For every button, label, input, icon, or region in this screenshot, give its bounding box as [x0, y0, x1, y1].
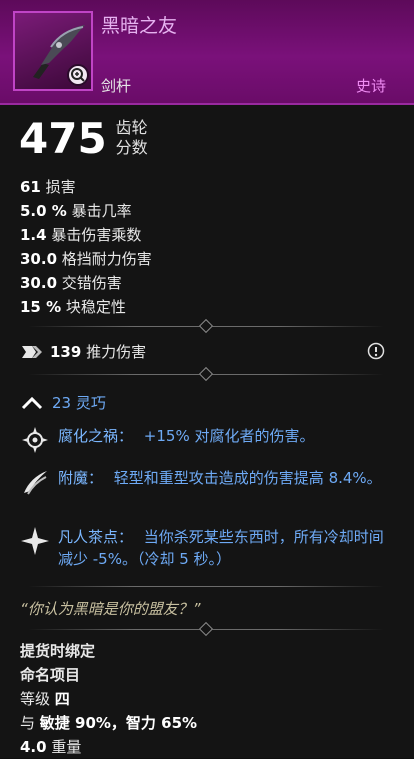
stat-row: 30.0 交错伤害	[20, 274, 122, 292]
stat-row: 1.4 暴击伤害乘数	[20, 226, 142, 244]
scaling-row: 与 敏捷 90%，智力 65%	[20, 712, 197, 735]
divider	[28, 318, 384, 334]
gear-score: 475 齿轮 分数	[19, 114, 148, 160]
tier-value: 四	[54, 690, 70, 708]
stat-row: 30.0 格挡耐力伤害	[20, 250, 152, 268]
magnify-icon[interactable]	[67, 64, 89, 86]
enchant-perk-icon	[20, 467, 50, 497]
attribute-value: 23	[52, 394, 72, 412]
perk-name: 凡人茶点：	[58, 528, 134, 546]
chevron-up-icon	[20, 394, 44, 412]
gear-score-label-line1: 齿轮	[115, 118, 148, 137]
tier-label: 等级	[20, 690, 51, 708]
weight-row: 4.0 重量	[20, 736, 81, 759]
perk-desc: +15% 对腐化者的伤害。	[143, 427, 315, 445]
item-header: 黑暗之友 剑杆 史诗	[0, 0, 414, 105]
perk-row: 凡人茶点： 当你杀死某些东西时，所有冷却时间减少 -5%。（冷却 5 秒。）	[20, 526, 394, 570]
weight-value: 4.0	[20, 738, 47, 756]
perk-name: 腐化之祸：	[58, 427, 134, 445]
flavor-text: “你认为黑暗是你的盟友？”	[20, 600, 201, 618]
scaling-value: 敏捷 90%，智力 65%	[39, 714, 198, 732]
stat-row: 61 损害	[20, 178, 76, 196]
perk-row: 附魔： 轻型和重型攻击造成的伤害提高 8.4%。	[20, 467, 394, 497]
stat-list: 61 损害 5.0 % 暴击几率 1.4 暴击伤害乘数 30.0 格挡耐力伤害 …	[20, 175, 152, 319]
item-name: 黑暗之友	[101, 15, 178, 37]
info-icon[interactable]	[367, 342, 385, 364]
gear-score-value: 475	[19, 114, 107, 163]
attribute-label: 灵巧	[75, 394, 106, 412]
thrust-damage-row: 139 推力伤害	[20, 341, 146, 362]
weight-label: 重量	[51, 738, 82, 756]
divider	[28, 586, 384, 587]
gear-score-label-line2: 分数	[115, 138, 148, 157]
divider	[28, 621, 384, 637]
gear-score-label: 齿轮 分数	[116, 118, 148, 158]
divider	[28, 366, 384, 382]
named-item: 命名项目	[20, 666, 81, 684]
thrust-label: 推力伤害	[86, 343, 147, 361]
perk-row: 腐化之祸： +15% 对腐化者的伤害。	[20, 425, 394, 455]
thrust-value: 139	[50, 343, 82, 361]
stat-row: 15 % 块稳定性	[20, 298, 126, 316]
attribute-row: 23 灵巧	[20, 392, 106, 413]
item-tooltip: 黑暗之友 剑杆 史诗 475 齿轮 分数 61 损害 5.0 % 暴击几率 1.…	[0, 0, 414, 758]
perk-desc: 轻型和重型攻击造成的伤害提高 8.4%。	[113, 469, 382, 487]
perk-name: 附魔：	[58, 469, 104, 487]
corruption-perk-icon	[20, 425, 50, 455]
bind-on-pickup: 提货时绑定	[20, 642, 96, 660]
item-type: 剑杆	[101, 77, 132, 95]
stat-row: 5.0 % 暴击几率	[20, 202, 132, 220]
item-rarity: 史诗	[355, 77, 386, 95]
thrust-icon	[20, 342, 44, 362]
refreshment-perk-icon	[20, 526, 50, 556]
tier-row: 等级 四	[20, 688, 70, 711]
scaling-prefix: 与	[20, 714, 36, 732]
